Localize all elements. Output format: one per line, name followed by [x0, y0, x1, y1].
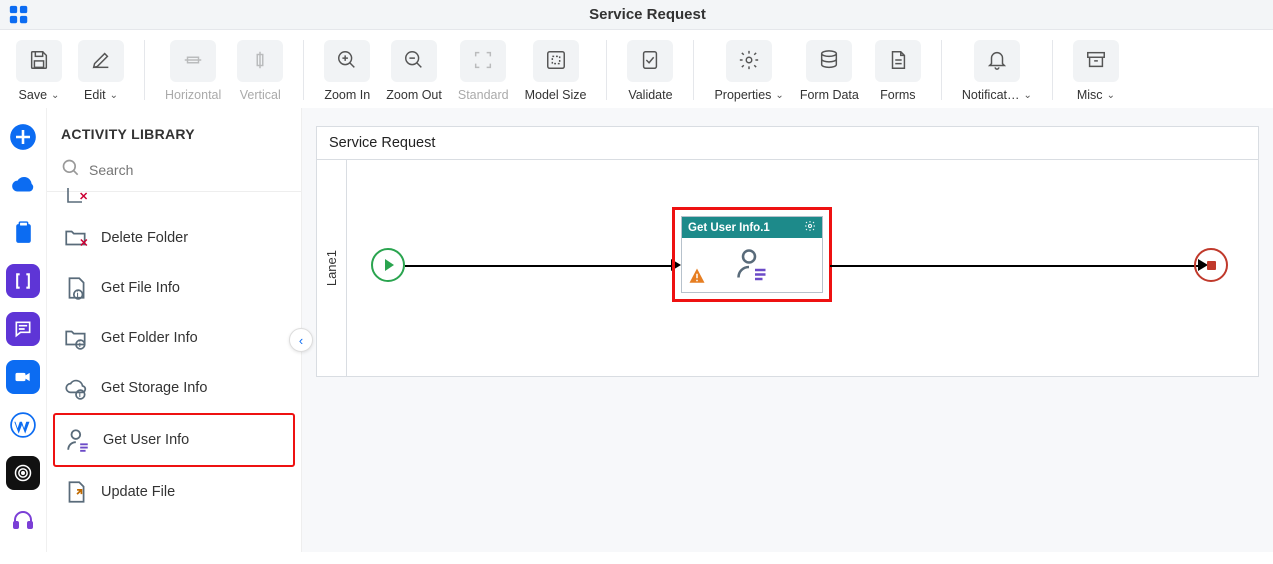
properties-button[interactable]: Properties⌄: [706, 40, 791, 102]
activity-library-panel: ACTIVITY LIBRARY ✕ ✕ Delete Folder i Get…: [47, 108, 302, 552]
collapse-sidebar-button[interactable]: ‹: [289, 328, 313, 352]
svg-text:i: i: [79, 390, 81, 399]
activity-library-title: ACTIVITY LIBRARY: [47, 108, 301, 152]
gear-icon: [738, 49, 760, 74]
activity-get-file-info[interactable]: i Get File Info: [53, 263, 295, 313]
rail-target-button[interactable]: [6, 456, 40, 490]
pool-title[interactable]: Service Request: [317, 127, 1258, 160]
sequence-flow[interactable]: [830, 265, 1202, 267]
rail-add-button[interactable]: [6, 120, 40, 154]
align-horizontal-icon: [182, 49, 204, 74]
lane-label: Lane1: [324, 250, 339, 286]
chevron-left-icon: ‹: [299, 333, 303, 348]
activity-get-storage-info[interactable]: i Get Storage Info: [53, 363, 295, 413]
left-rail: [0, 108, 47, 552]
search-input[interactable]: [89, 162, 287, 178]
zoom-out-icon: [403, 49, 425, 74]
page-title: Service Request: [30, 6, 1265, 23]
user-info-icon: [734, 246, 770, 285]
chevron-down-icon: ⌄: [110, 90, 118, 101]
delete-file-fragment-icon: ✕: [65, 188, 89, 209]
warning-icon: [688, 267, 706, 288]
rail-cloud-button[interactable]: [6, 168, 40, 202]
activity-get-folder-info[interactable]: i Get Folder Info: [53, 313, 295, 363]
zoom-in-button[interactable]: Zoom In: [316, 40, 378, 102]
folder-info-icon: i: [63, 325, 89, 351]
user-info-icon: [65, 427, 91, 453]
rail-wordpress-button[interactable]: [6, 408, 40, 442]
vertical-button: Vertical: [229, 40, 291, 102]
toolbar: Save⌄ Edit⌄ Horizontal Vertical Zoom In …: [0, 30, 1273, 108]
database-icon: [818, 49, 840, 74]
zoom-out-button[interactable]: Zoom Out: [378, 40, 450, 102]
chevron-down-icon: ⌄: [1107, 90, 1115, 101]
chevron-down-icon: ⌄: [775, 90, 783, 101]
notifications-button[interactable]: Notificat…⌄: [954, 40, 1040, 102]
rail-headset-button[interactable]: [6, 504, 40, 538]
file-info-icon: i: [63, 275, 89, 301]
fit-model-icon: [545, 49, 567, 74]
activity-update-file[interactable]: Update File: [53, 467, 295, 517]
form-icon: [887, 49, 909, 74]
lane-header[interactable]: Lane1: [317, 160, 347, 376]
sequence-flow[interactable]: [405, 265, 675, 267]
horizontal-button: Horizontal: [157, 40, 229, 102]
process-pool[interactable]: Service Request Lane1 Get User Info.1: [316, 126, 1259, 377]
zoom-model-size-button[interactable]: Model Size: [517, 40, 595, 102]
form-data-button[interactable]: Form Data: [792, 40, 867, 102]
gear-icon[interactable]: [804, 220, 816, 235]
task-node-selection: Get User Info.1: [672, 207, 832, 302]
edit-icon: [90, 49, 112, 74]
forms-button[interactable]: Forms: [867, 40, 929, 102]
fit-standard-icon: [472, 49, 494, 74]
lane-body[interactable]: Get User Info.1: [347, 160, 1258, 376]
misc-button[interactable]: Misc⌄: [1065, 40, 1127, 102]
file-update-icon: [63, 479, 89, 505]
svg-text:i: i: [79, 340, 81, 349]
save-icon: [28, 49, 50, 74]
task-node-get-user-info[interactable]: Get User Info.1: [681, 216, 823, 293]
validate-button[interactable]: Validate: [619, 40, 681, 102]
rail-brackets-button[interactable]: [6, 264, 40, 298]
bell-icon: [986, 49, 1008, 74]
activity-get-user-info[interactable]: Get User Info: [53, 413, 295, 467]
save-button[interactable]: Save⌄: [8, 40, 70, 102]
chevron-down-icon: ⌄: [51, 90, 59, 101]
activity-delete-folder[interactable]: ✕ Delete Folder: [53, 213, 295, 263]
app-header: Service Request: [0, 0, 1273, 30]
edit-button[interactable]: Edit⌄: [70, 40, 132, 102]
cloud-info-icon: i: [63, 375, 89, 401]
zoom-standard-button: Standard: [450, 40, 517, 102]
archive-icon: [1085, 49, 1107, 74]
apps-grid-icon[interactable]: [8, 4, 30, 26]
rail-clipboard-button[interactable]: [6, 216, 40, 250]
search-icon: [61, 158, 81, 181]
validate-icon: [639, 49, 661, 74]
task-title: Get User Info.1: [688, 222, 770, 234]
start-event-node[interactable]: [371, 248, 405, 282]
svg-text:✕: ✕: [79, 238, 88, 250]
svg-text:✕: ✕: [79, 191, 88, 203]
end-event-node[interactable]: [1194, 248, 1228, 282]
zoom-in-icon: [336, 49, 358, 74]
align-vertical-icon: [249, 49, 271, 74]
svg-text:i: i: [77, 290, 79, 299]
rail-chat-button[interactable]: [6, 312, 40, 346]
folder-delete-icon: ✕: [63, 225, 89, 251]
rail-video-button[interactable]: [6, 360, 40, 394]
canvas-area[interactable]: Service Request Lane1 Get User Info.1: [302, 108, 1273, 552]
chevron-down-icon: ⌄: [1024, 90, 1032, 101]
